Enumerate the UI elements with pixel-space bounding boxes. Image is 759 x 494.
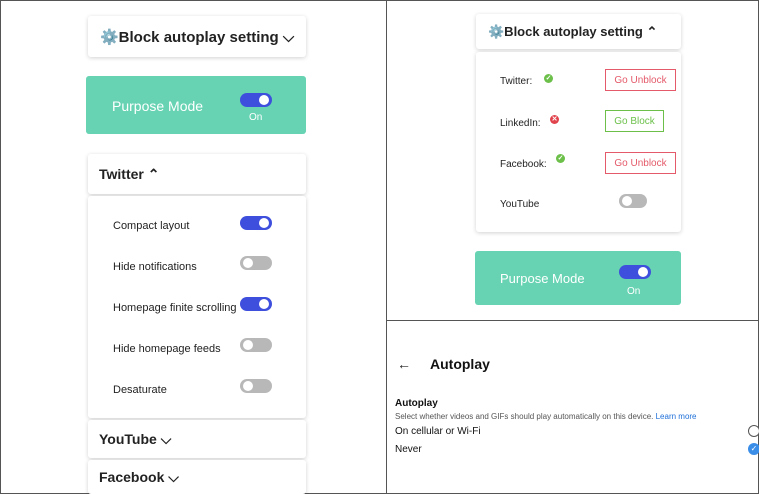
cross-icon: ✕: [550, 115, 559, 124]
option-cellular-wifi-label: On cellular or Wi-Fi: [395, 426, 481, 437]
hide-notifications-toggle[interactable]: [240, 256, 272, 270]
purpose-mode-state: On: [249, 112, 263, 123]
autoplay-section-title: Autoplay: [395, 398, 438, 409]
purpose-mode-card: Purpose Mode On: [86, 76, 306, 134]
option-label-homepage-finite-scrolling: Homepage finite scrolling: [113, 302, 237, 314]
option-label-hide-homepage-feeds: Hide homepage feeds: [113, 343, 221, 355]
purpose-mode-label: Purpose Mode: [112, 98, 204, 114]
twitter-section-header[interactable]: Twitter ⌃: [88, 154, 306, 194]
site-block-list: Twitter: ✓ Go Unblock LinkedIn: ✕ Go Blo…: [476, 52, 681, 232]
site-label-twitter: Twitter:: [500, 76, 533, 87]
purpose-mode-state-right: On: [627, 286, 641, 297]
facebook-section-title: Facebook ⌵: [99, 468, 179, 485]
panel-divider-vertical: [386, 0, 387, 494]
option-label-compact-layout: Compact layout: [113, 220, 190, 232]
twitter-section-title: Twitter ⌃: [99, 165, 160, 182]
facebook-section-header[interactable]: Facebook ⌵: [88, 460, 306, 494]
site-label-facebook: Facebook:: [500, 159, 547, 170]
block-autoplay-header-expanded[interactable]: ⚙️Block autoplay setting ⌃: [476, 14, 681, 49]
option-never-radio[interactable]: ✓: [748, 443, 759, 455]
check-icon: ✓: [556, 154, 565, 163]
site-label-youtube: YouTube: [500, 199, 540, 210]
youtube-section-title: YouTube ⌵: [99, 430, 172, 447]
site-label-linkedin: LinkedIn:: [500, 118, 541, 129]
block-autoplay-title: ⚙️Block autoplay setting ⌵: [100, 28, 295, 46]
twitter-go-unblock-button[interactable]: Go Unblock: [605, 69, 676, 91]
facebook-go-unblock-button[interactable]: Go Unblock: [605, 152, 676, 174]
autoplay-page-title: Autoplay: [430, 356, 490, 372]
back-arrow-icon[interactable]: ←: [397, 356, 411, 372]
option-cellular-wifi-radio[interactable]: [748, 425, 759, 437]
purpose-mode-toggle[interactable]: [240, 93, 272, 107]
autoplay-description-text: Select whether videos and GIFs should pl…: [395, 412, 654, 421]
homepage-finite-scrolling-toggle[interactable]: [240, 297, 272, 311]
option-never-label: Never: [395, 444, 422, 455]
desaturate-toggle[interactable]: [240, 379, 272, 393]
autoplay-description: Select whether videos and GIFs should pl…: [395, 412, 697, 421]
purpose-mode-card-right: Purpose Mode On: [475, 251, 681, 305]
option-label-hide-notifications: Hide notifications: [113, 261, 197, 273]
check-icon: ✓: [544, 74, 553, 83]
purpose-mode-toggle-right[interactable]: [619, 265, 651, 279]
hide-homepage-feeds-toggle[interactable]: [240, 338, 272, 352]
panel-divider-horizontal: [386, 320, 759, 321]
purpose-mode-label-right: Purpose Mode: [500, 271, 585, 286]
youtube-toggle[interactable]: [619, 194, 647, 208]
linkedin-go-block-button[interactable]: Go Block: [605, 110, 664, 132]
block-autoplay-title-expanded: ⚙️Block autoplay setting ⌃: [488, 23, 658, 39]
block-autoplay-header[interactable]: ⚙️Block autoplay setting ⌵: [88, 16, 306, 57]
youtube-section-header[interactable]: YouTube ⌵: [88, 420, 306, 458]
learn-more-link[interactable]: Learn more: [656, 412, 697, 421]
twitter-options-panel: Compact layout Hide notifications Homepa…: [88, 196, 306, 418]
compact-layout-toggle[interactable]: [240, 216, 272, 230]
option-label-desaturate: Desaturate: [113, 384, 167, 396]
